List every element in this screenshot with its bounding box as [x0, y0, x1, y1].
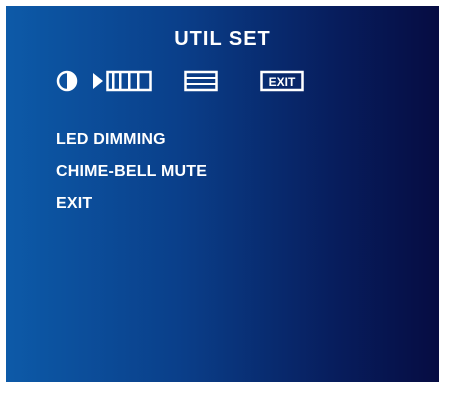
menu-item-exit[interactable]: EXIT	[56, 188, 207, 220]
menu-item-chime-bell-mute[interactable]: CHIME-BELL MUTE	[56, 156, 207, 188]
menu-item-led-dimming[interactable]: LED DIMMING	[56, 124, 207, 156]
selected-pointer-icon	[92, 72, 104, 90]
osd-menu-panel: UTIL SET EXIT LED DIMMING CHIME-BELL MUT…	[4, 4, 441, 384]
exit-icon-label: EXIT	[269, 75, 296, 89]
util-bars-icon[interactable]	[106, 70, 152, 92]
menu-title: UTIL SET	[174, 28, 271, 50]
util-menu-list: LED DIMMING CHIME-BELL MUTE EXIT	[56, 124, 207, 220]
display-panel-icon[interactable]	[184, 70, 218, 92]
menu-tab-row: EXIT	[56, 70, 304, 92]
exit-icon[interactable]: EXIT	[260, 70, 304, 92]
contrast-icon[interactable]	[56, 70, 78, 92]
